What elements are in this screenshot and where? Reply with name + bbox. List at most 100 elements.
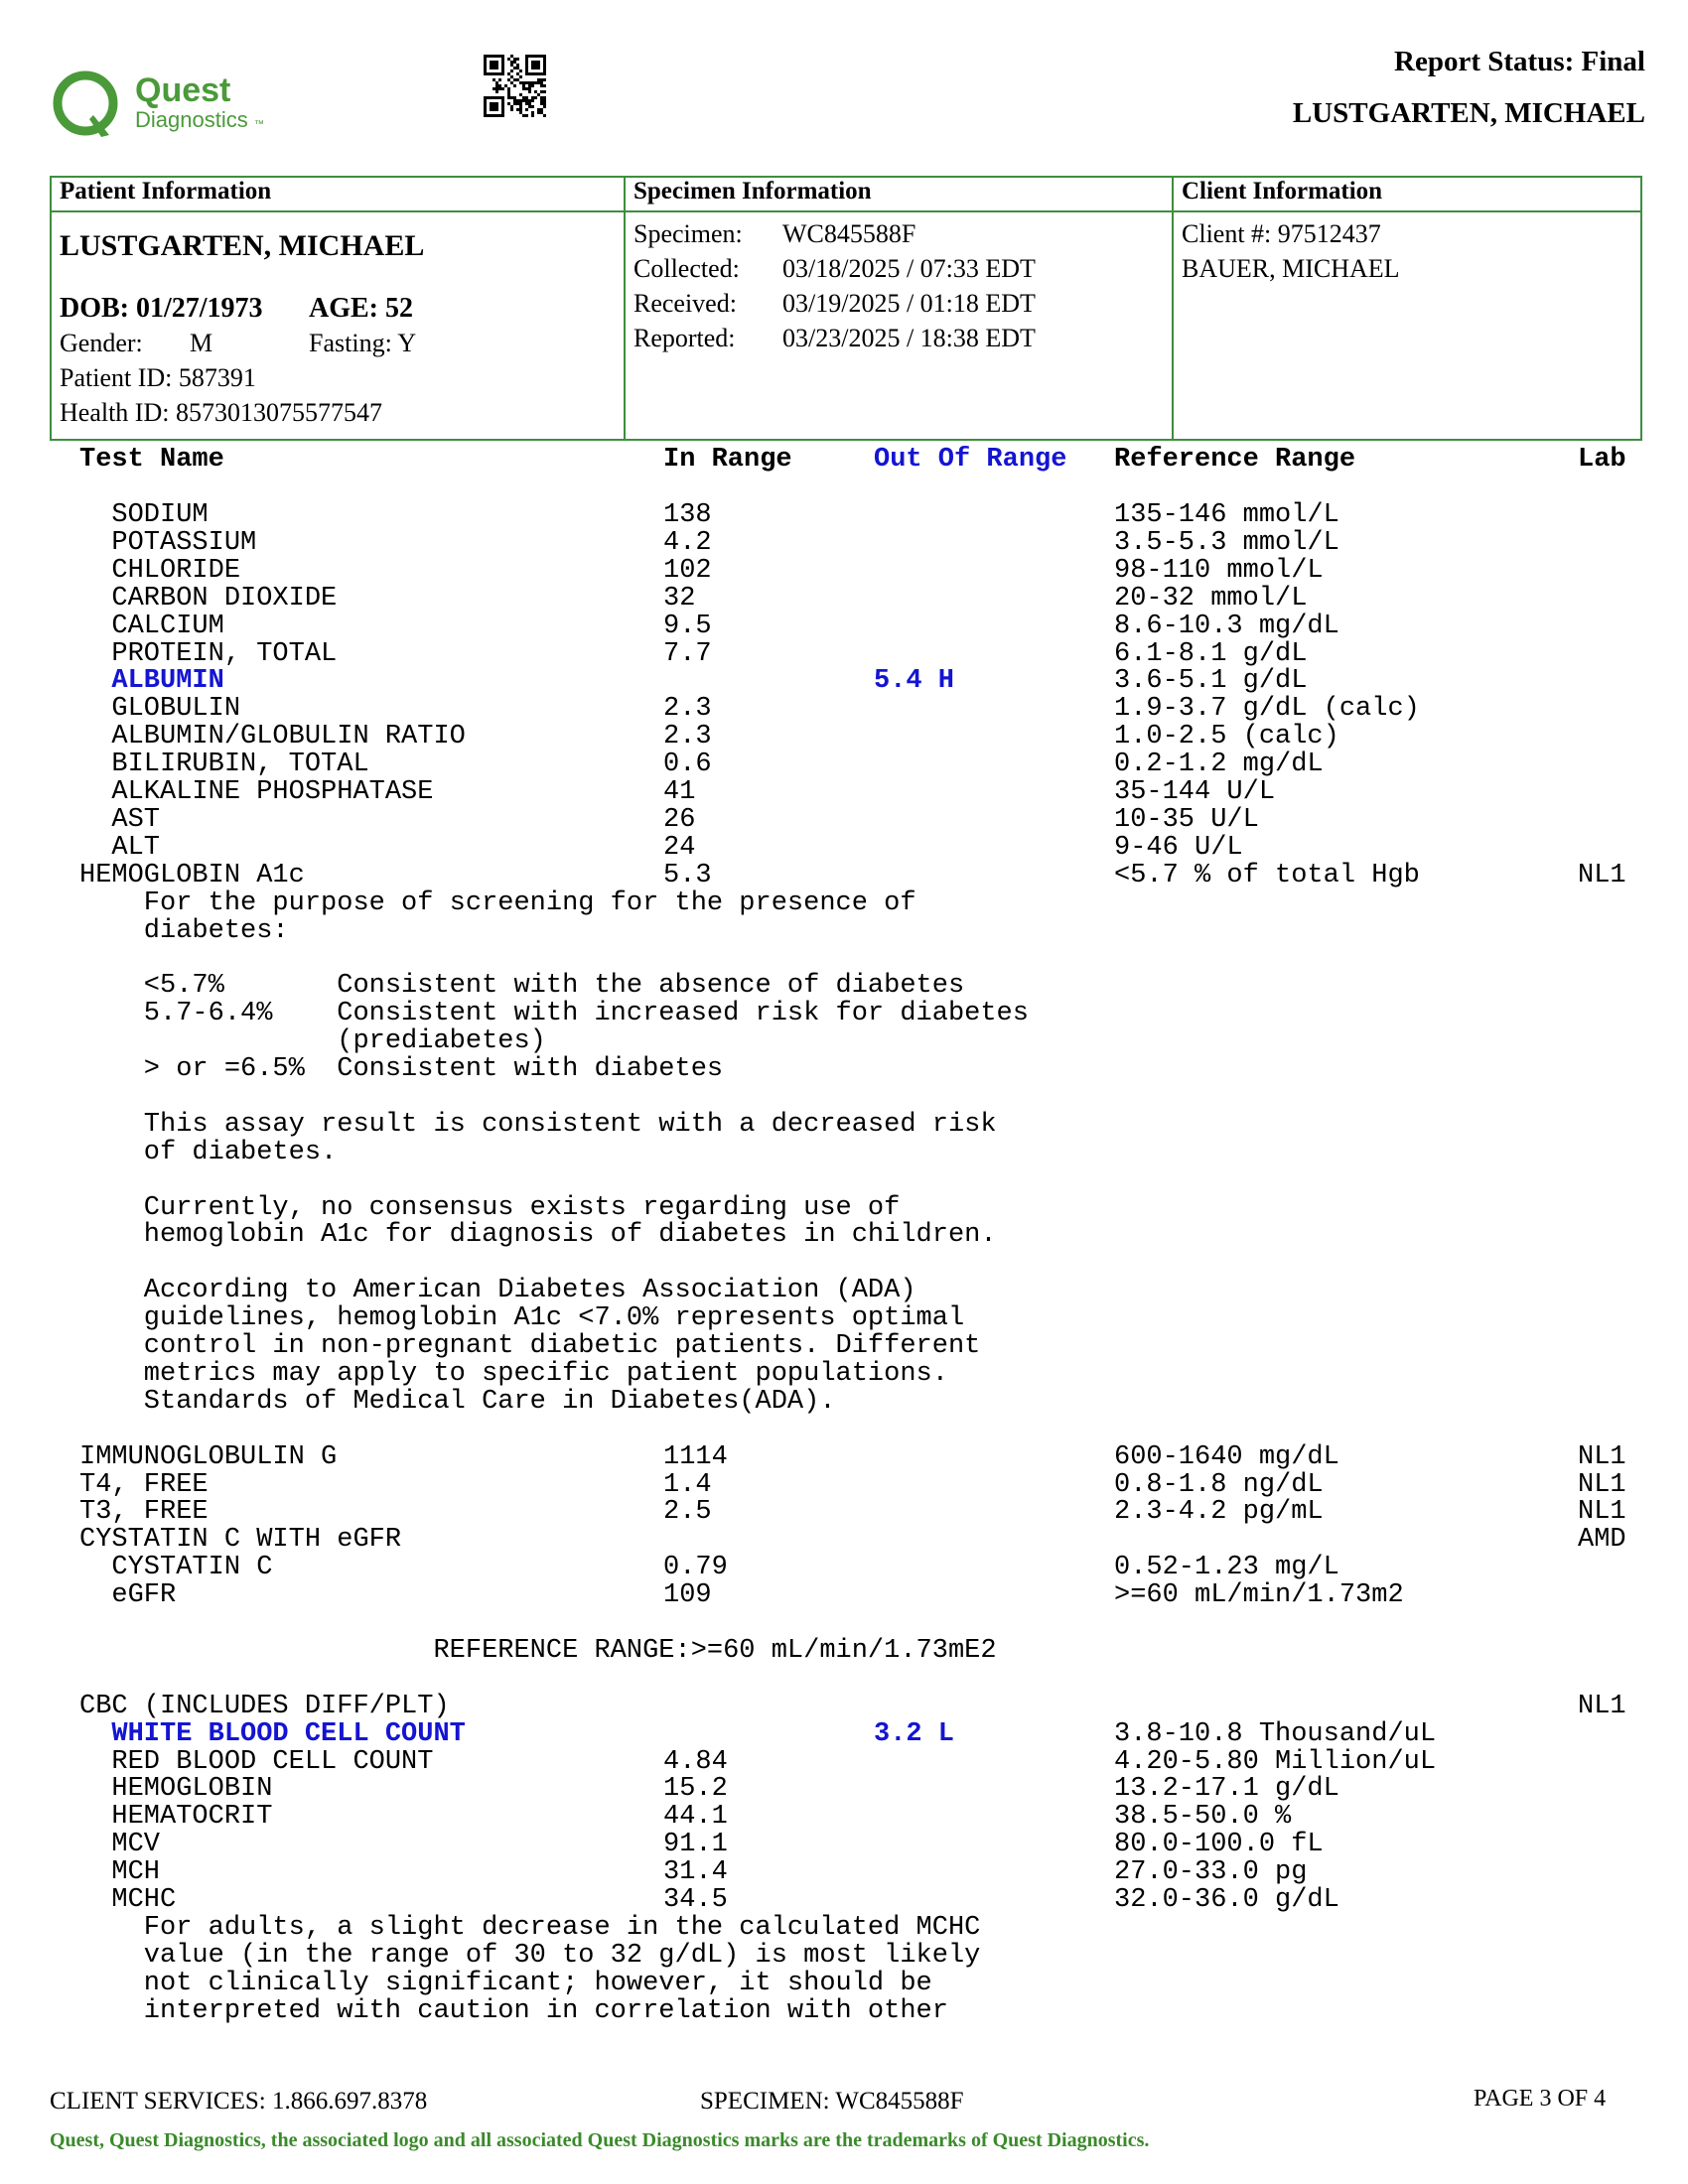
patient-name: LUSTGARTEN, MICHAEL (60, 229, 425, 262)
gender-label: Gender: (60, 329, 143, 357)
collected-value: 03/18/2025 / 07:33 EDT (782, 254, 1036, 283)
reference-range: 1.0-2.5 (calc) (1114, 722, 1339, 751)
reference-range: 27.0-33.0 pg (1114, 1857, 1308, 1887)
info-divider (52, 210, 1640, 212)
test-name: ALBUMIN/GLOBULIN RATIO (79, 722, 466, 751)
test-name: MCV (79, 1830, 161, 1859)
reference-range: 35-144 U/L (1114, 777, 1276, 807)
test-name: AST (79, 805, 161, 835)
lab-code: NL1 (1578, 861, 1626, 890)
column-header-reference-range: Reference Range (1114, 445, 1356, 475)
health-id: Health ID: 8573013075577547 (60, 398, 382, 427)
reference-range: 13.2-17.1 g/dL (1114, 1774, 1339, 1804)
reference-range: >=60 mL/min/1.73m2 (1114, 1580, 1404, 1610)
fasting-status: Fasting: Y (309, 329, 417, 357)
test-name: MCH (79, 1857, 161, 1887)
in-range-value: 102 (663, 556, 712, 586)
specimen-info-heading: Specimen Information (633, 178, 872, 205)
in-range-value: 109 (663, 1580, 712, 1610)
info-box: Patient Information Specimen Information… (50, 176, 1642, 441)
in-range-value: 26 (663, 805, 696, 835)
test-name: POTASSIUM (79, 528, 257, 558)
reference-range: 0.2-1.2 mg/dL (1114, 750, 1324, 779)
in-range-value: 5.3 (663, 861, 712, 890)
reference-range: 32.0-36.0 g/dL (1114, 1885, 1339, 1915)
qr-code-icon (484, 55, 546, 117)
out-of-range-value: 5.4 H (874, 666, 955, 696)
test-name: metrics may apply to specific patient po… (79, 1359, 948, 1389)
test-name: CYSTATIN C WITH eGFR (79, 1525, 402, 1555)
reference-range: 80.0-100.0 fL (1114, 1830, 1324, 1859)
test-name: eGFR (79, 1580, 177, 1610)
received-value: 03/19/2025 / 01:18 EDT (782, 289, 1036, 318)
patient-dob: DOB: 01/27/1973 (60, 293, 263, 324)
logo-trademark: ™ (254, 119, 264, 130)
test-name: CALCIUM (79, 612, 224, 641)
test-name: hemoglobin A1c for diagnosis of diabetes… (79, 1220, 997, 1250)
test-name: HEMOGLOBIN A1c (79, 861, 305, 890)
in-range-value: 24 (663, 833, 696, 863)
lab-code: NL1 (1578, 1442, 1626, 1472)
reference-range: 38.5-50.0 % (1114, 1802, 1292, 1832)
client-info-heading: Client Information (1182, 178, 1383, 205)
client-services: CLIENT SERVICES: 1.866.697.8378 (50, 2088, 428, 2115)
client-number: Client #: 97512437 (1182, 219, 1381, 248)
test-name: IMMUNOGLOBULIN G (79, 1442, 338, 1472)
reference-range: 4.20-5.80 Million/uL (1114, 1747, 1437, 1777)
test-name: interpreted with caution in correlation … (79, 1996, 948, 2026)
client-name: BAUER, MICHAEL (1182, 254, 1400, 283)
specimen-value: WC845588F (782, 219, 916, 248)
quest-diagnostics-logo: Quest Diagnostics ™ (53, 70, 264, 137)
test-name: 5.7-6.4% Consistent with increased risk … (79, 999, 1029, 1028)
test-name: CBC (INCLUDES DIFF/PLT) (79, 1692, 450, 1721)
in-range-value: 0.79 (663, 1553, 728, 1582)
column-divider (624, 178, 626, 439)
out-of-range-value: 3.2 L (874, 1719, 955, 1749)
test-name: ALKALINE PHOSPHATASE (79, 777, 434, 807)
reference-range: 9-46 U/L (1114, 833, 1243, 863)
test-name: T3, FREE (79, 1497, 209, 1527)
in-range-value: 2.5 (663, 1497, 712, 1527)
test-name: REFERENCE RANGE:>=60 mL/min/1.73mE2 (79, 1636, 997, 1666)
test-name: <5.7% Consistent with the absence of dia… (79, 971, 965, 1001)
reference-range: 0.8-1.8 ng/dL (1114, 1470, 1324, 1500)
lab-code: NL1 (1578, 1470, 1626, 1500)
reference-range: 3.8-10.8 Thousand/uL (1114, 1719, 1437, 1749)
specimen-label: Specimen: (633, 219, 743, 248)
in-range-value: 0.6 (663, 750, 712, 779)
test-name: (prediabetes) (79, 1026, 546, 1056)
reference-range: 98-110 mmol/L (1114, 556, 1324, 586)
test-name: diabetes: (79, 916, 289, 946)
test-name: WHITE BLOOD CELL COUNT (79, 1719, 466, 1749)
test-name: RED BLOOD CELL COUNT (79, 1747, 434, 1777)
in-range-value: 44.1 (663, 1802, 728, 1832)
test-name: not clinically significant; however, it … (79, 1969, 932, 1998)
test-name: Currently, no consensus exists regarding… (79, 1193, 901, 1223)
test-name: guidelines, hemoglobin A1c <7.0% represe… (79, 1303, 965, 1333)
in-range-value: 4.2 (663, 528, 712, 558)
patient-age: AGE: 52 (309, 293, 413, 324)
in-range-value: 1.4 (663, 1470, 712, 1500)
reference-range: 0.52-1.23 mg/L (1114, 1553, 1339, 1582)
trademark-notice: Quest, Quest Diagnostics, the associated… (50, 2129, 1150, 2151)
logo-word-quest: Quest (135, 71, 230, 109)
gender-value: M (190, 329, 213, 357)
in-range-value: 138 (663, 500, 712, 530)
reference-range: 8.6-10.3 mg/dL (1114, 612, 1339, 641)
column-header-in-range: In Range (663, 445, 792, 475)
in-range-value: 91.1 (663, 1830, 728, 1859)
test-name: of diabetes. (79, 1138, 338, 1167)
reference-range: <5.7 % of total Hgb (1114, 861, 1420, 890)
reported-value: 03/23/2025 / 18:38 EDT (782, 324, 1036, 352)
test-name: MCHC (79, 1885, 177, 1915)
header-patient-name: LUSTGARTEN, MICHAEL (1292, 97, 1645, 129)
column-divider (1172, 178, 1174, 439)
reference-range: 10-35 U/L (1114, 805, 1259, 835)
reference-range: 600-1640 mg/dL (1114, 1442, 1339, 1472)
lab-code: NL1 (1578, 1692, 1626, 1721)
test-name: ALBUMIN (79, 666, 224, 696)
in-range-value: 41 (663, 777, 696, 807)
test-name: For the purpose of screening for the pre… (79, 888, 916, 918)
reference-range: 6.1-8.1 g/dL (1114, 639, 1308, 669)
test-name: T4, FREE (79, 1470, 209, 1500)
